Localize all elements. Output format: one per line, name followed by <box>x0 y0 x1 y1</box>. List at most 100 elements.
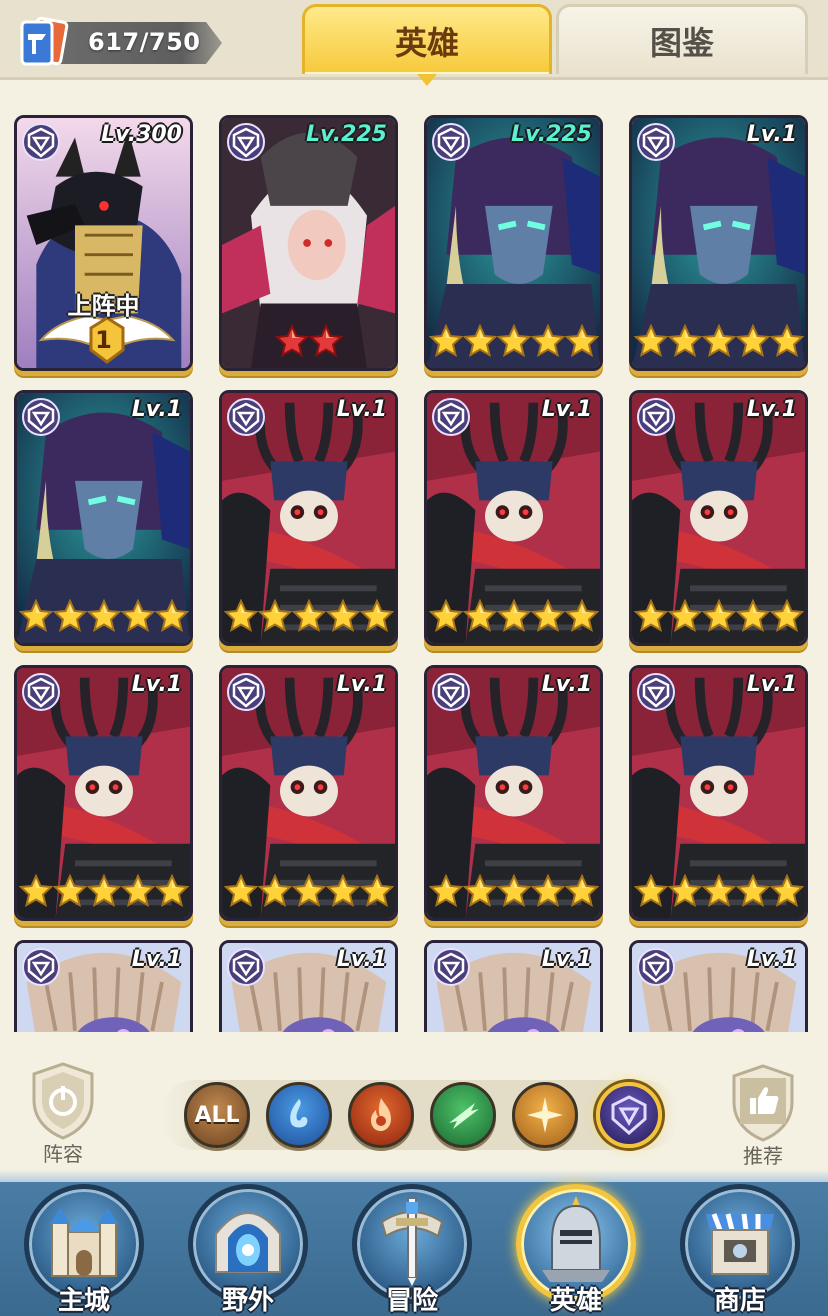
lineup-shield-icon <box>32 1062 94 1140</box>
star-icon <box>735 873 770 914</box>
lineup-button[interactable]: 阵容 <box>18 1060 108 1170</box>
tab-heroes[interactable]: 英雄 <box>302 4 552 86</box>
hero-card[interactable]: Lv.1 <box>219 940 398 1040</box>
nav-wild[interactable]: 野外 <box>186 1184 310 1316</box>
star-icon <box>18 598 53 639</box>
star-icon <box>86 598 121 639</box>
castle-icon <box>50 1208 118 1277</box>
hero-level: Lv.1 <box>336 397 387 422</box>
dark-faction-icon <box>21 947 61 987</box>
dark-faction-icon <box>21 122 61 162</box>
hero-card[interactable]: Lv.1 <box>14 665 193 921</box>
hero-level: Lv.1 <box>541 397 592 422</box>
dark-faction-icon <box>636 397 676 437</box>
hero-card[interactable]: Lv.1 <box>14 940 193 1040</box>
filter-bar: 阵容 ALL 推荐 <box>0 1040 828 1170</box>
star-icon <box>52 873 87 914</box>
hero-level: Lv.225 <box>511 122 592 147</box>
filter-all-button[interactable]: ALL <box>184 1082 250 1148</box>
water-faction-icon <box>290 1099 308 1128</box>
star-rating <box>222 598 395 639</box>
rank-number: 1 <box>95 326 112 354</box>
light-faction-icon <box>527 1097 563 1133</box>
hero-level: Lv.1 <box>131 947 182 972</box>
nav-main-city[interactable]: 主城 <box>22 1184 146 1316</box>
nav-shop[interactable]: 商店 <box>678 1184 802 1316</box>
hero-level: Lv.300 <box>101 122 182 147</box>
tab-codex[interactable]: 图鉴 <box>556 4 808 74</box>
hero-card[interactable]: Lv.1 <box>424 665 603 921</box>
star-rating <box>427 873 600 914</box>
filter-nature-button[interactable] <box>430 1082 496 1148</box>
star-rating <box>427 323 600 364</box>
star-icon <box>428 598 463 639</box>
nav-adventure[interactable]: 冒险 <box>350 1184 474 1316</box>
star-icon <box>428 323 463 364</box>
star-rating <box>632 323 805 364</box>
star-rating <box>222 323 395 364</box>
star-icon <box>257 873 292 914</box>
recommend-button[interactable]: 推荐 <box>718 1062 808 1172</box>
star-rating <box>222 873 395 914</box>
star-icon <box>496 873 531 914</box>
nav-heroes[interactable]: 英雄 <box>514 1184 638 1316</box>
hero-level: Lv.1 <box>541 947 592 972</box>
hero-level: Lv.1 <box>336 672 387 697</box>
star-rating <box>17 873 190 914</box>
star-rating <box>632 873 805 914</box>
dark-faction-icon <box>636 122 676 162</box>
filter-dark-button[interactable] <box>596 1082 662 1148</box>
dark-faction-icon <box>431 947 471 987</box>
nav-adventure-label: 冒险 <box>385 1286 438 1316</box>
filter-fire-button[interactable] <box>348 1082 414 1148</box>
star-icon <box>530 323 565 364</box>
hero-card[interactable]: Lv.1 <box>219 390 398 646</box>
star-icon <box>359 598 394 639</box>
star-icon <box>462 323 497 364</box>
dark-faction-icon <box>636 672 676 712</box>
hero-level: Lv.1 <box>131 672 182 697</box>
recommend-thumbs-up-icon <box>732 1064 794 1142</box>
hero-level: Lv.1 <box>746 947 797 972</box>
star-icon <box>428 873 463 914</box>
hero-card[interactable]: Lv.1 <box>629 940 808 1040</box>
hero-card[interactable]: Lv.1 <box>629 665 808 921</box>
star-icon <box>564 873 599 914</box>
star-icon <box>154 598 189 639</box>
collection-count: 617/750 <box>88 28 201 56</box>
hero-level: Lv.1 <box>541 672 592 697</box>
nav-heroes-label: 英雄 <box>549 1286 602 1316</box>
tab-heroes-label: 英雄 <box>394 23 459 62</box>
nav-shop-label: 商店 <box>713 1286 766 1316</box>
hero-card[interactable]: Lv.1 <box>629 390 808 646</box>
star-icon <box>667 598 702 639</box>
hero-card[interactable]: Lv.1 <box>14 390 193 646</box>
dark-faction-icon <box>611 1095 647 1135</box>
sword-icon <box>380 1197 444 1286</box>
star-icon <box>325 873 360 914</box>
dark-faction-icon <box>21 397 61 437</box>
hero-card[interactable]: Lv.1 <box>424 940 603 1040</box>
star-icon <box>257 598 292 639</box>
hero-card[interactable]: Lv.1 <box>629 115 808 371</box>
filter-light-button[interactable] <box>512 1082 578 1148</box>
hero-card[interactable]: Lv.300 上阵中 1 <box>14 115 193 371</box>
hero-level: Lv.1 <box>336 947 387 972</box>
hero-card[interactable]: Lv.225 <box>424 115 603 371</box>
star-icon <box>667 873 702 914</box>
star-icon <box>325 598 360 639</box>
star-rating <box>17 598 190 639</box>
knight-helmet-icon <box>542 1196 610 1282</box>
dark-faction-icon <box>226 397 266 437</box>
hero-card[interactable]: Lv.1 <box>424 390 603 646</box>
hero-card[interactable]: Lv.225 <box>219 115 398 371</box>
dark-faction-icon <box>431 397 471 437</box>
hero-card[interactable]: Lv.1 <box>219 665 398 921</box>
nav-main-city-label: 主城 <box>57 1286 110 1316</box>
hero-level: Lv.1 <box>746 397 797 422</box>
grid-divider <box>0 1032 828 1040</box>
filter-water-button[interactable] <box>266 1082 332 1148</box>
tab-codex-label: 图鉴 <box>649 23 714 62</box>
dark-faction-icon <box>226 672 266 712</box>
hero-cards-icon <box>20 16 69 66</box>
